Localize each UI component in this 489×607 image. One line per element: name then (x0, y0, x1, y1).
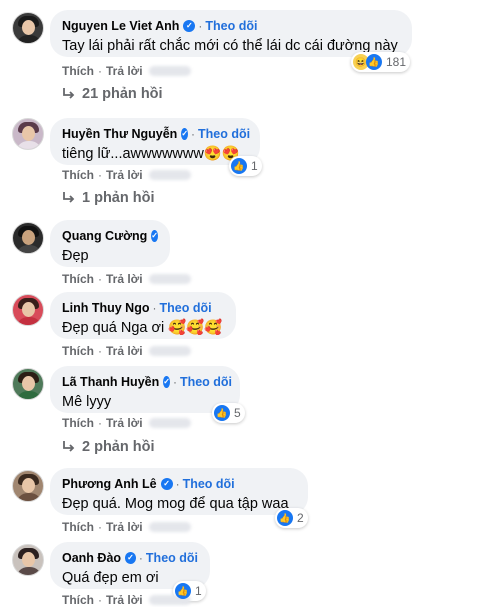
commenter-name[interactable]: Quang Cường (62, 229, 147, 243)
comment-text: Đẹp quá Nga ơi 🥰🥰🥰 (62, 320, 223, 336)
reply-button[interactable]: Trả lời (106, 64, 143, 78)
reply-arrow-icon (63, 441, 75, 452)
separator-dot: · (175, 477, 180, 491)
timestamp-blurred (148, 346, 191, 356)
like-reaction-icon: 👍 (175, 583, 191, 599)
separator-dot: · (138, 551, 143, 565)
reaction-count: 1 (195, 584, 202, 598)
commenter-name[interactable]: Nguyen Le Viet Anh (62, 19, 179, 33)
reply-arrow-icon (63, 192, 75, 203)
like-reaction-icon: 👍 (214, 405, 230, 421)
commenter-name[interactable]: Lã Thanh Huyền (62, 375, 159, 389)
verified-badge-icon: ✓ (163, 376, 170, 388)
verified-badge-icon: ✓ (183, 20, 196, 32)
like-button[interactable]: Thích (62, 64, 94, 78)
separator-dot: · (98, 168, 102, 182)
follow-button[interactable]: Theo dõi (146, 551, 198, 565)
comment-bubble: Phương Anh Lê ✓ · Theo dõi Đẹp quá. Mog … (50, 468, 308, 515)
verified-badge-icon: ✓ (160, 478, 173, 490)
avatar[interactable] (12, 368, 44, 400)
like-button[interactable]: Thích (62, 344, 94, 358)
separator-dot: · (172, 375, 177, 389)
reply-button[interactable]: Trả lời (106, 344, 143, 358)
like-reaction-icon: 👍 (366, 54, 382, 70)
separator-dot: · (152, 301, 157, 315)
follow-button[interactable]: Theo dõi (183, 477, 235, 491)
verified-badge-icon: ✓ (181, 128, 189, 140)
view-replies-link[interactable]: 1 phản hồi (62, 190, 155, 206)
like-button[interactable]: Thích (62, 272, 94, 286)
follow-button[interactable]: Theo dõi (198, 127, 250, 141)
separator-dot: · (98, 272, 102, 286)
reaction-summary[interactable]: 👍 5 (212, 403, 245, 423)
avatar[interactable] (12, 12, 44, 44)
replies-count: 21 phản hồi (82, 86, 163, 102)
follow-button[interactable]: Theo dõi (205, 19, 257, 33)
like-button[interactable]: Thích (62, 416, 94, 430)
follow-button[interactable]: Theo dõi (159, 301, 211, 315)
comment-bubble: Lã Thanh Huyền ✓ · Theo dõi Mê lyyy (50, 366, 240, 413)
separator-dot: · (98, 593, 102, 607)
timestamp-blurred (148, 418, 191, 428)
comment-text: Đẹp quá. Mog mog để qua tập waa (62, 496, 289, 512)
comment-text: tiêng lữ...awwwwwww😍😍 (62, 146, 240, 162)
like-reaction-icon: 👍 (277, 510, 293, 526)
comment-text: Đẹp (62, 248, 89, 264)
like-reaction-icon: 👍 (231, 158, 247, 174)
separator-dot: · (191, 127, 196, 141)
comment-text: Tay lái phải rất chắc mới có thể lái dc … (62, 38, 398, 54)
avatar[interactable] (12, 544, 44, 576)
comment-bubble: Nguyen Le Viet Anh ✓ · Theo dõi Tay lái … (50, 10, 412, 57)
commenter-name[interactable]: Huyền Thư Nguyễn (62, 127, 177, 141)
verified-badge-icon: ✓ (125, 552, 136, 564)
reaction-summary[interactable]: 👍 2 (275, 508, 308, 528)
verified-badge-icon: ✓ (151, 230, 158, 242)
follow-button[interactable]: Theo dõi (180, 375, 232, 389)
separator-dot: · (98, 520, 102, 534)
view-replies-link[interactable]: 2 phản hồi (62, 439, 155, 455)
reaction-summary[interactable]: 😆 👍 181 (351, 52, 411, 72)
commenter-name[interactable]: Phương Anh Lê (62, 477, 157, 491)
avatar[interactable] (12, 118, 44, 150)
replies-count: 1 phản hồi (82, 190, 155, 206)
view-replies-link[interactable]: 21 phản hồi (62, 86, 163, 102)
avatar[interactable] (12, 470, 44, 502)
timestamp-blurred (148, 522, 191, 532)
reply-arrow-icon (63, 88, 75, 99)
separator-dot: · (98, 344, 102, 358)
like-button[interactable]: Thích (62, 520, 94, 534)
reaction-summary[interactable]: 👍 1 (229, 156, 262, 176)
comment-text: Mê lyyy (62, 394, 112, 410)
avatar[interactable] (12, 294, 44, 326)
like-button[interactable]: Thích (62, 593, 94, 607)
replies-count: 2 phản hồi (82, 439, 155, 455)
timestamp-blurred (148, 274, 191, 284)
commenter-name[interactable]: Oanh Đào (62, 551, 121, 565)
reply-button[interactable]: Trả lời (106, 168, 143, 182)
timestamp-blurred (148, 170, 191, 180)
timestamp-blurred (148, 66, 191, 76)
reaction-count: 181 (386, 55, 407, 69)
reply-button[interactable]: Trả lời (106, 416, 143, 430)
reply-button[interactable]: Trả lời (106, 593, 143, 607)
reaction-count: 1 (251, 159, 258, 173)
reaction-count: 5 (234, 406, 241, 420)
comment-bubble: Quang Cường ✓ Đẹp (50, 220, 170, 267)
avatar[interactable] (12, 222, 44, 254)
separator-dot: · (98, 64, 102, 78)
separator-dot: · (198, 19, 203, 33)
comment-bubble: Huyền Thư Nguyễn ✓ · Theo dõi tiêng lữ..… (50, 118, 260, 165)
commenter-name[interactable]: Linh Thuy Ngo (62, 301, 149, 315)
separator-dot: · (98, 416, 102, 430)
reaction-count: 2 (297, 511, 304, 525)
reply-button[interactable]: Trả lời (106, 272, 143, 286)
comment-bubble: Linh Thuy Ngo · Theo dõi Đẹp quá Nga ơi … (50, 292, 236, 339)
like-button[interactable]: Thích (62, 168, 94, 182)
reply-button[interactable]: Trả lời (106, 520, 143, 534)
